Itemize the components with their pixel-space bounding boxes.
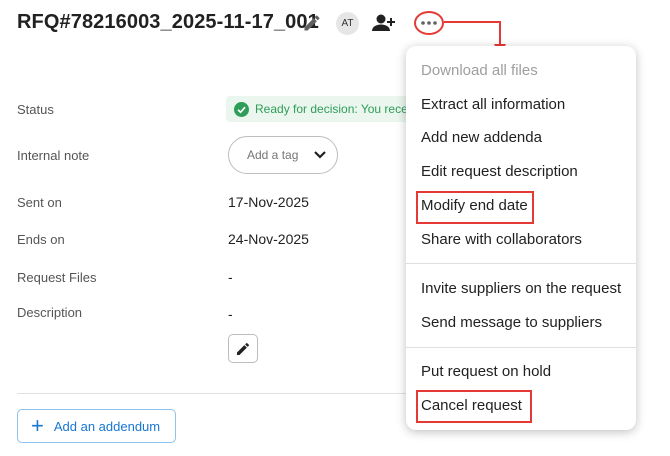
menu-item-edit-request-description[interactable]: Edit request description bbox=[421, 163, 578, 180]
request-files-label: Request Files bbox=[17, 270, 97, 285]
status-label: Status bbox=[17, 102, 54, 117]
divider bbox=[17, 393, 417, 394]
add-addendum-button[interactable]: + Add an addendum bbox=[17, 409, 176, 443]
tag-select[interactable]: Add a tag bbox=[228, 136, 338, 174]
add-user-icon[interactable] bbox=[371, 13, 397, 33]
edit-description-button[interactable] bbox=[228, 334, 258, 363]
pencil-icon bbox=[237, 342, 250, 355]
menu-divider bbox=[406, 347, 636, 348]
menu-item-download-all-files: Download all files bbox=[421, 62, 538, 79]
add-addendum-label: Add an addendum bbox=[53, 418, 161, 434]
ends-on-label: Ends on bbox=[17, 232, 65, 247]
more-options-menu: Download all files Extract all informati… bbox=[406, 46, 636, 430]
avatar[interactable]: AT bbox=[336, 12, 359, 35]
sent-on-value: 17-Nov-2025 bbox=[228, 194, 309, 210]
description-value: - bbox=[228, 306, 233, 322]
menu-item-extract-all-information[interactable]: Extract all information bbox=[421, 96, 565, 113]
highlight-box-cancel-request bbox=[416, 390, 532, 423]
more-options-button[interactable] bbox=[414, 11, 444, 35]
check-circle-icon bbox=[234, 101, 249, 117]
ends-on-value: 24-Nov-2025 bbox=[228, 231, 309, 247]
pencil-icon[interactable] bbox=[302, 13, 322, 33]
more-horizontal-icon bbox=[421, 21, 437, 25]
status-text: Ready for decision: You rece bbox=[255, 102, 408, 116]
menu-item-invite-suppliers[interactable]: Invite suppliers on the request bbox=[421, 280, 621, 297]
sent-on-label: Sent on bbox=[17, 195, 62, 210]
menu-item-share-with-collaborators[interactable]: Share with collaborators bbox=[421, 231, 582, 248]
highlight-box-modify-end-date bbox=[416, 191, 534, 224]
plus-icon: + bbox=[31, 413, 44, 438]
tag-placeholder: Add a tag bbox=[247, 148, 299, 162]
menu-item-send-message-to-suppliers[interactable]: Send message to suppliers bbox=[421, 314, 602, 331]
menu-divider bbox=[406, 263, 636, 264]
page-title: RFQ#78216003_2025-11-17_001 bbox=[17, 11, 319, 33]
internal-note-label: Internal note bbox=[17, 148, 90, 163]
menu-item-put-request-on-hold[interactable]: Put request on hold bbox=[421, 363, 551, 380]
description-label: Description bbox=[17, 305, 83, 320]
status-badge: Ready for decision: You rece bbox=[226, 96, 416, 122]
menu-item-add-new-addenda[interactable]: Add new addenda bbox=[421, 129, 542, 146]
chevron-down-icon bbox=[314, 151, 326, 159]
request-files-value: - bbox=[228, 269, 233, 285]
